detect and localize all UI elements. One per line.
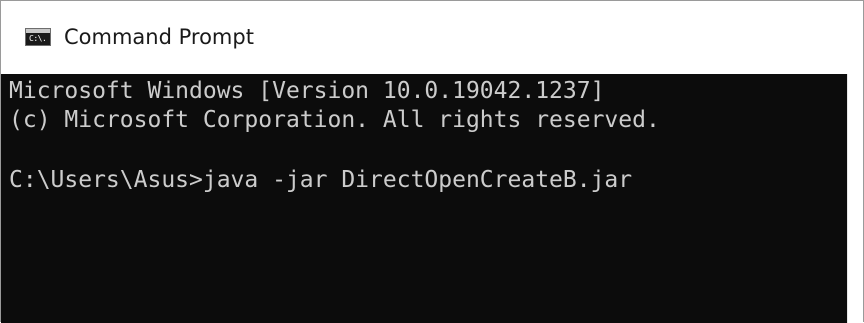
console-output[interactable]: Microsoft Windows [Version 10.0.19042.12… xyxy=(1,74,847,323)
console-line-version: Microsoft Windows [Version 10.0.19042.12… xyxy=(9,78,605,104)
command-prompt-window: C:\. Command Prompt Microsoft Windows [V… xyxy=(0,0,864,323)
cmd-icon-text: C:\. xyxy=(29,34,47,43)
console-line-copyright: (c) Microsoft Corporation. All rights re… xyxy=(9,107,660,133)
console-command-line[interactable]: C:\Users\Asus>java -jar DirectOpenCreate… xyxy=(9,165,632,195)
window-title: Command Prompt xyxy=(64,25,254,49)
title-bar[interactable]: C:\. Command Prompt xyxy=(1,1,863,73)
cmd-icon[interactable]: C:\. xyxy=(25,28,51,46)
cmd-icon-bar xyxy=(26,29,50,33)
vertical-scrollbar[interactable] xyxy=(847,74,863,323)
